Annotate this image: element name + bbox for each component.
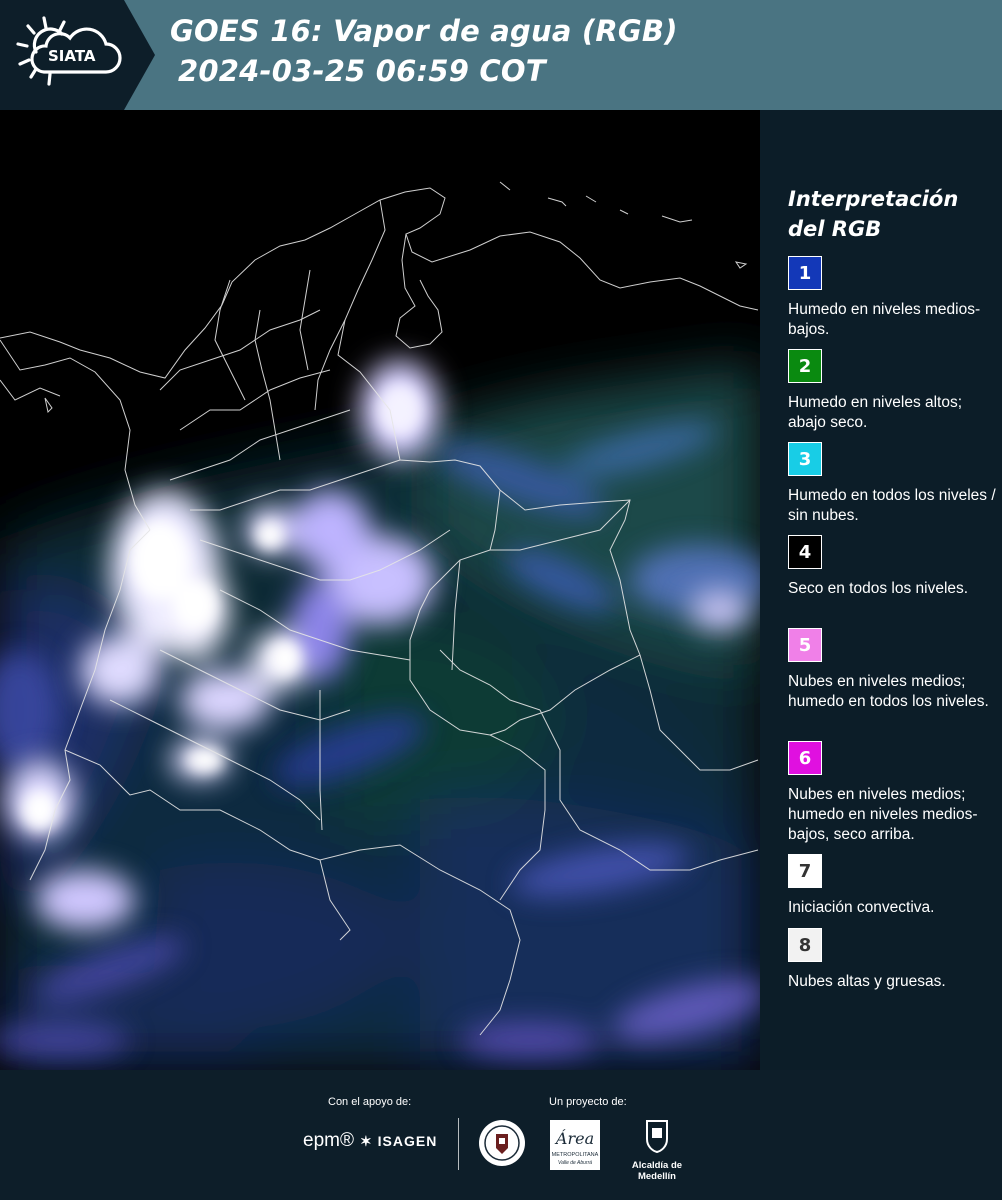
legend-swatch-7: 7 <box>788 854 822 888</box>
legend-description-1: Humedo en niveles medios-bajos. <box>788 301 981 338</box>
legend-item-7: 7 Iniciación convectiva. <box>788 854 998 918</box>
legend-swatch-8: 8 <box>788 928 822 962</box>
legend-description-8: Nubes altas y gruesas. <box>788 973 946 990</box>
legend-description-5: Nubes en niveles medios; humedo en todos… <box>788 673 989 710</box>
legend-swatch-5: 5 <box>788 628 822 662</box>
legend-description-3: Humedo en todos los niveles / sin nubes. <box>788 487 996 524</box>
legend-panel: Interpretación del RGB 1 Humedo en nivele… <box>760 110 1002 1070</box>
svg-text:METROPOLITANA: METROPOLITANA <box>552 1152 599 1158</box>
legend-swatch-6: 6 <box>788 741 822 775</box>
legend-description-6: Nubes en niveles medios; humedo en nivel… <box>788 786 978 843</box>
isagen-star-icon: ✶ <box>360 1133 373 1149</box>
legend-description-2: Humedo en niveles altos; abajo seco. <box>788 394 963 431</box>
legend-swatch-2: 2 <box>788 349 822 383</box>
legend-description-7: Iniciación convectiva. <box>788 899 935 916</box>
legend-description-4: Seco en todos los niveles. <box>788 580 969 597</box>
area-metropolitana-logo: Área METROPOLITANA Valle de Aburrá <box>550 1120 600 1174</box>
legend-swatch-1: 1 <box>788 256 822 290</box>
legend-swatch-4: 4 <box>788 535 822 569</box>
legend-item-6: 6 Nubes en niveles medios; humedo en nive… <box>788 741 998 845</box>
university-seal-icon <box>477 1118 527 1172</box>
footer: Con el apoyo de: epm® ✶ ISAGEN Un proyec… <box>0 1070 1002 1200</box>
footer-divider <box>458 1118 459 1170</box>
support-label: Con el apoyo de: <box>328 1096 412 1108</box>
svg-text:Área: Área <box>554 1128 594 1148</box>
project-label: Un proyecto de: <box>549 1096 627 1108</box>
alcaldia-shield-icon <box>646 1120 668 1154</box>
siata-logo[interactable]: SIATA <box>0 0 155 110</box>
timestamp: 2024-03-25 06:59 COT <box>178 54 546 88</box>
legend-item-2: 2 Humedo en niveles altos; abajo seco. <box>788 349 998 433</box>
legend-item-5: 5 Nubes en niveles medios; humedo en todo… <box>788 628 998 712</box>
legend-item-4: 4 Seco en todos los niveles. <box>788 535 998 599</box>
alcaldia-logo: Alcaldía de Medellín <box>612 1118 702 1182</box>
svg-text:Valle de Aburrá: Valle de Aburrá <box>558 1160 592 1166</box>
page-title: GOES 16: Vapor de agua (RGB) <box>170 14 678 48</box>
satellite-map[interactable] <box>0 110 760 1070</box>
alcaldia-label: Alcaldía de Medellín <box>631 1160 683 1182</box>
legend-swatch-3: 3 <box>788 442 822 476</box>
legend-item-1: 1 Humedo en niveles medios-bajos. <box>788 256 998 340</box>
epm-logo: epm® <box>303 1130 354 1151</box>
header: SIATA GOES 16: Vapor de agua (RGB) 2024-… <box>0 0 1002 110</box>
logo-text: SIATA <box>48 47 96 65</box>
legend-item-3: 3 Humedo en todos los niveles / sin nubes… <box>788 442 998 526</box>
isagen-logo: ✶ ISAGEN <box>360 1133 438 1149</box>
legend-item-8: 8 Nubes altas y gruesas. <box>788 928 998 992</box>
legend-title: Interpretación del RGB <box>788 187 959 241</box>
